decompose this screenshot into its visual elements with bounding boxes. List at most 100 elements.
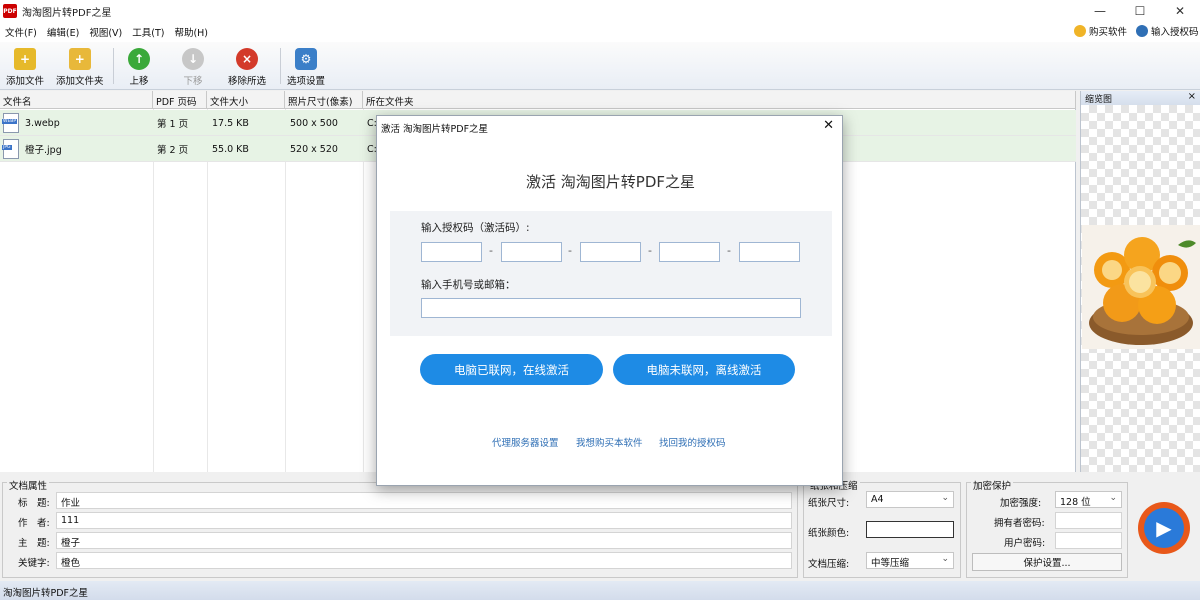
code-separator: -: [568, 244, 572, 257]
add-file-button[interactable]: + 添加文件: [6, 48, 44, 87]
online-activate-button[interactable]: 电脑已联网，在线激活: [420, 354, 603, 385]
status-bar: 淘淘图片转PDF之星: [0, 581, 1200, 600]
license-code-label: 输入授权码（激活码）:: [421, 222, 530, 234]
proxy-settings-link[interactable]: 代理服务器设置: [492, 435, 559, 449]
properties-area: 文档属性 标 题: 作业 作 者: 111 主 题: 橙子 关键字: 橙色 纸张…: [0, 474, 1200, 581]
options-button[interactable]: ⚙ 选项设置: [287, 48, 325, 87]
app-icon: PDF: [3, 4, 17, 18]
author-field[interactable]: 111: [56, 512, 792, 529]
remove-selected-button[interactable]: × 移除所选: [228, 48, 266, 87]
page-cell: 第 1 页: [157, 119, 189, 130]
column-divider: [207, 109, 208, 472]
encrypt-title: 加密保护: [971, 478, 1014, 492]
arrow-up-icon: ↑: [128, 48, 150, 70]
move-down-button[interactable]: ↓ 下移: [182, 48, 204, 87]
add-file-icon: +: [14, 48, 36, 70]
protection-settings-button[interactable]: 保护设置...: [972, 553, 1122, 571]
column-header-dimensions[interactable]: 照片尺寸(像素): [285, 91, 363, 109]
strength-select[interactable]: 128 位 ⌄: [1055, 491, 1122, 508]
compression-label: 文档压缩:: [808, 559, 850, 570]
size-cell: 55.0 KB: [212, 143, 249, 155]
convert-button[interactable]: ▶: [1138, 502, 1190, 554]
paper-size-select[interactable]: A4 ⌄: [866, 491, 954, 508]
compression-value: 中等压缩: [871, 558, 910, 569]
column-header-filename[interactable]: 文件名: [0, 91, 153, 109]
license-code-field-1[interactable]: [421, 242, 482, 262]
move-up-label: 上移: [129, 76, 149, 87]
move-up-button[interactable]: ↑ 上移: [128, 48, 150, 87]
license-code-field-2[interactable]: [501, 242, 562, 262]
arrow-down-icon: ↓: [182, 48, 204, 70]
author-label: 作 者:: [18, 518, 50, 529]
remove-selected-label: 移除所选: [228, 76, 267, 87]
toolbar-divider: [280, 48, 281, 84]
file-type-badge: JPG: [2, 145, 12, 150]
menu-edit[interactable]: 编辑(E): [42, 25, 84, 39]
doc-props-title: 文档属性: [7, 478, 50, 492]
maximize-button[interactable]: ☐: [1120, 0, 1160, 22]
subject-field[interactable]: 橙子: [56, 532, 792, 549]
status-text: 淘淘图片转PDF之星: [3, 588, 89, 599]
window-title: 淘淘图片转PDF之星: [22, 7, 112, 19]
buy-software-link[interactable]: 购买软件: [1074, 24, 1127, 38]
menu-tools[interactable]: 工具(T): [127, 25, 169, 39]
close-icon[interactable]: ×: [1188, 91, 1196, 102]
paper-color-label: 纸张颜色:: [808, 528, 850, 539]
owner-password-field[interactable]: [1055, 512, 1122, 529]
title-field[interactable]: 作业: [56, 492, 792, 509]
title-label: 标 题:: [18, 498, 50, 509]
dimensions-cell: 500 x 500: [290, 117, 338, 129]
webp-file-icon: WEBP: [2, 113, 19, 133]
column-header-size[interactable]: 文件大小: [207, 91, 285, 109]
close-button[interactable]: ✕: [1160, 0, 1200, 22]
minimize-button[interactable]: —: [1080, 0, 1120, 22]
paper-size-value: A4: [871, 494, 884, 505]
filename-cell: JPG 橙子.jpg: [2, 136, 62, 162]
license-code-field-3[interactable]: [580, 242, 641, 262]
add-folder-icon: +: [68, 48, 91, 70]
column-divider: [363, 109, 364, 472]
buy-software-link[interactable]: 我想购买本软件: [576, 435, 643, 449]
dimensions-cell: 520 x 520: [290, 143, 338, 155]
license-code-field-4[interactable]: [659, 242, 720, 262]
chevron-down-icon: ⌄: [941, 554, 949, 564]
subject-label: 主 题:: [18, 538, 50, 549]
menu-view[interactable]: 视图(V): [84, 25, 127, 39]
add-folder-button[interactable]: + 添加文件夹: [56, 48, 104, 87]
menu-help[interactable]: 帮助(H): [169, 25, 213, 39]
paper-color-swatch[interactable]: [866, 521, 954, 538]
chevron-down-icon: ⌄: [941, 493, 949, 503]
phone-or-email-field[interactable]: [421, 298, 801, 318]
buy-software-label: 购买软件: [1089, 27, 1128, 38]
remove-icon: ×: [236, 48, 258, 70]
activation-dialog: 激活 淘淘图片转PDF之星 ✕ 激活 淘淘图片转PDF之星 输入授权码（激活码）…: [376, 115, 843, 486]
strength-label: 加密强度:: [1000, 498, 1042, 509]
dialog-title: 激活 淘淘图片转PDF之星: [381, 124, 489, 135]
strength-value: 128 位: [1060, 497, 1091, 508]
thumbnail-canvas: [1081, 105, 1200, 472]
column-header-folder[interactable]: 所在文件夹: [363, 91, 1076, 109]
toolbar: + 添加文件 + 添加文件夹 ↑ 上移 ↓ 下移 × 移除所选 ⚙ 选项设置: [0, 42, 1200, 90]
owner-password-label: 拥有者密码:: [994, 518, 1045, 529]
thumbnail-panel: 缩览图 ×: [1080, 91, 1200, 472]
user-password-field[interactable]: [1055, 532, 1122, 549]
keywords-field[interactable]: 橙色: [56, 552, 792, 569]
toolbar-divider: [113, 48, 114, 84]
column-divider: [285, 109, 286, 472]
chevron-down-icon: ⌄: [1109, 493, 1117, 503]
offline-activate-button[interactable]: 电脑未联网，离线激活: [613, 354, 795, 385]
compression-select[interactable]: 中等压缩 ⌄: [866, 552, 954, 569]
license-code-field-5[interactable]: [739, 242, 800, 262]
close-icon[interactable]: ✕: [823, 118, 834, 133]
menu-bar: 文件(F) 编辑(E) 视图(V) 工具(T) 帮助(H) 购买软件 输入授权码: [0, 22, 1200, 42]
code-separator: -: [489, 244, 493, 257]
filename-text: 3.webp: [25, 117, 60, 129]
column-header-page[interactable]: PDF 页码: [153, 91, 207, 109]
jpg-file-icon: JPG: [2, 139, 19, 159]
enter-license-link[interactable]: 输入授权码: [1136, 24, 1199, 38]
contact-label: 输入手机号或邮箱：: [421, 279, 516, 291]
settings-icon: ⚙: [295, 48, 317, 70]
add-file-label: 添加文件: [6, 76, 45, 87]
recover-license-link[interactable]: 找回我的授权码: [659, 435, 726, 449]
menu-file[interactable]: 文件(F): [0, 25, 42, 39]
